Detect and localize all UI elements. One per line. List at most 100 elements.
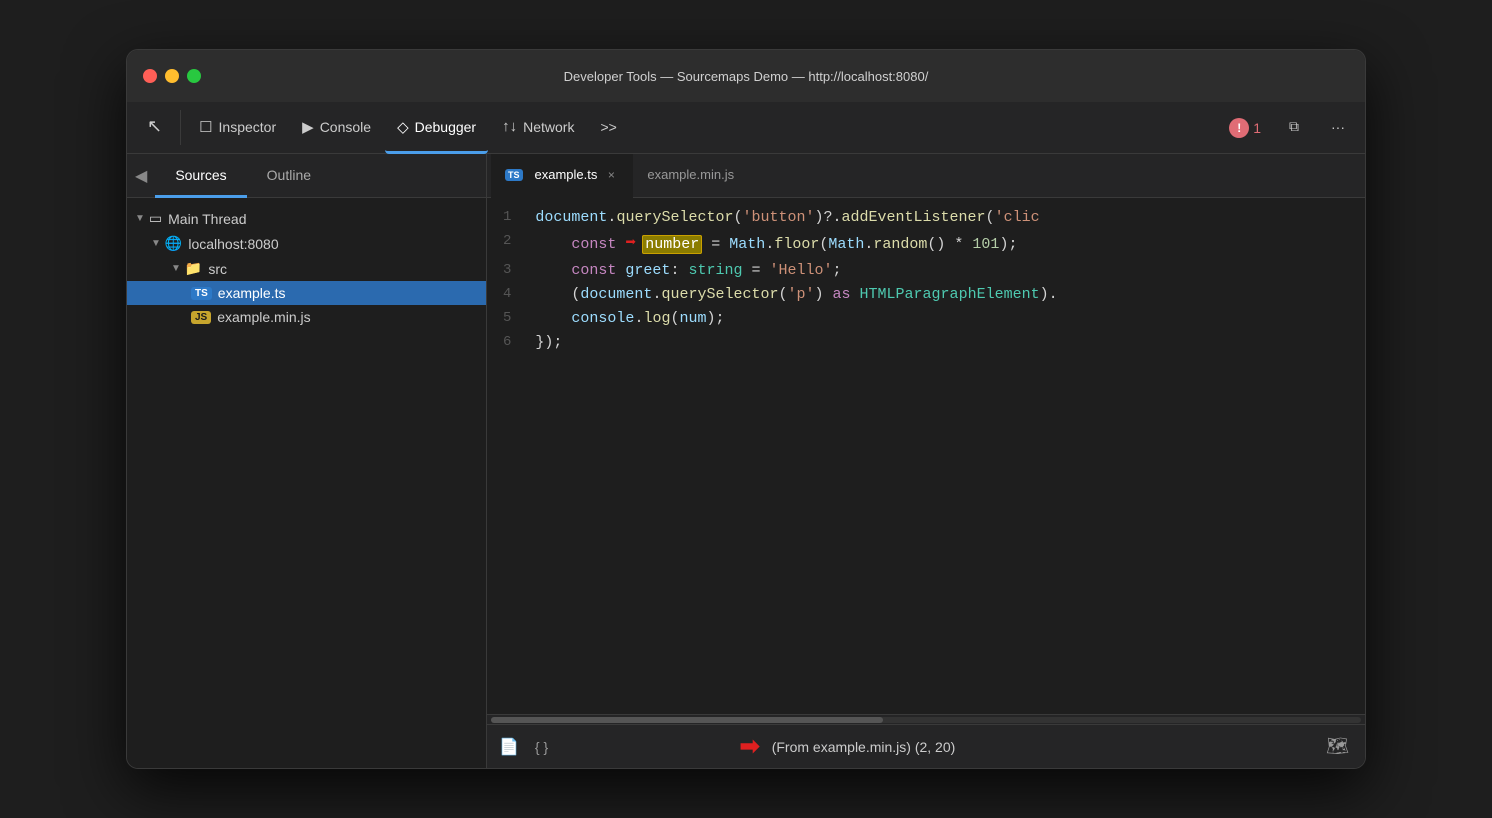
footer-right: 🗺 xyxy=(1322,732,1353,761)
editor-footer: 📄 { } ➡ (From example.min.js) (2, 20) 🗺 xyxy=(487,724,1365,768)
editor-tab-js-label: example.min.js xyxy=(647,167,734,182)
editor-tabs: TS example.ts × example.min.js xyxy=(487,154,1365,198)
code-scroll[interactable]: 1 document.querySelector('button')?.addE… xyxy=(487,198,1365,714)
tab-network[interactable]: ↑↓ Network xyxy=(490,102,586,154)
code-line-1: 1 document.querySelector('button')?.addE… xyxy=(487,206,1365,230)
pretty-print-icon: 📄 xyxy=(499,737,519,757)
globe-icon: 🌐 xyxy=(165,235,182,252)
window-controls xyxy=(143,69,201,83)
tab-console[interactable]: ▶ Console xyxy=(290,102,383,154)
window-icon: ▭ xyxy=(149,210,162,227)
line-content-2: const ➡number = Math.floor(Math.random()… xyxy=(527,230,1365,259)
code-line-6: 6 }); xyxy=(487,331,1365,355)
line-number-4: 4 xyxy=(487,283,527,307)
file-tree: ▼ ▭ Main Thread ▼ 🌐 localhost:8080 ▼ 📁 s… xyxy=(127,198,486,768)
line-content-1: document.querySelector('button')?.addEve… xyxy=(527,206,1365,230)
expand-icon: ⧉ xyxy=(1289,118,1299,135)
example-ts-label: example.ts xyxy=(218,285,286,301)
example-min-js-label: example.min.js xyxy=(217,309,310,325)
error-icon: ! xyxy=(1229,118,1249,138)
line-number-5: 5 xyxy=(487,307,527,331)
tab-inspector[interactable]: ☐ Inspector xyxy=(187,102,288,154)
tab-debugger[interactable]: ◇ Debugger xyxy=(385,102,488,154)
tree-item-src[interactable]: ▼ 📁 src xyxy=(127,256,486,281)
chevron-down-icon: ▼ xyxy=(135,213,145,224)
tree-item-localhost[interactable]: ▼ 🌐 localhost:8080 xyxy=(127,231,486,256)
network-icon: ↑↓ xyxy=(502,118,517,135)
editor-tab-ts-label: example.ts xyxy=(535,167,598,182)
pointer-icon: ↖ xyxy=(147,116,162,137)
code-line-4: 4 (document.querySelector('p') as HTMLPa… xyxy=(487,283,1365,307)
code-line-3: 3 const greet: string = 'Hello'; xyxy=(487,259,1365,283)
debugger-icon: ◇ xyxy=(397,118,409,136)
scrollbar-track[interactable] xyxy=(491,717,1361,723)
sidebar: ◀ Sources Outline ▼ ▭ Main Thread xyxy=(127,154,487,768)
pointer-tool[interactable]: ↖ xyxy=(135,102,174,154)
line-number-6: 6 xyxy=(487,331,527,355)
editor-tab-example-ts[interactable]: TS example.ts × xyxy=(491,154,633,198)
line-number-1: 1 xyxy=(487,206,527,230)
toolbar-right: ! 1 ⧉ ··· xyxy=(1221,102,1357,153)
tree-item-main-thread[interactable]: ▼ ▭ Main Thread xyxy=(127,206,486,231)
sourcemap-button[interactable]: 🗺 xyxy=(1322,732,1353,761)
debugger-label: Debugger xyxy=(415,119,477,135)
line-content-4: (document.querySelector('p') as HTMLPara… xyxy=(527,283,1365,307)
titlebar: Developer Tools — Sourcemaps Demo — http… xyxy=(127,50,1365,102)
line-number-2: 2 xyxy=(487,230,527,259)
console-icon: ▶ xyxy=(302,118,314,136)
expand-button[interactable]: ⧉ xyxy=(1277,118,1311,138)
overflow-button[interactable]: >> xyxy=(588,102,628,154)
folder-icon: 📁 xyxy=(185,260,202,277)
code-lines: 1 document.querySelector('button')?.addE… xyxy=(487,198,1365,363)
localhost-label: localhost:8080 xyxy=(188,236,278,252)
line-content-5: console.log(num); xyxy=(527,307,1365,331)
footer-arrow-icon: ➡ xyxy=(740,732,760,761)
sidebar-tabs: ◀ Sources Outline xyxy=(127,154,486,198)
src-label: src xyxy=(208,261,227,277)
tree-item-example-ts[interactable]: TS example.ts xyxy=(127,281,486,305)
code-line-5: 5 console.log(num); xyxy=(487,307,1365,331)
code-container[interactable]: 1 document.querySelector('button')?.addE… xyxy=(487,198,1365,714)
inspector-icon: ☐ xyxy=(199,118,212,136)
scrollbar-thumb[interactable] xyxy=(491,717,883,723)
source-info: (From example.min.js) (2, 20) xyxy=(772,739,956,755)
close-tab-button[interactable]: × xyxy=(603,167,619,183)
more-icon: ··· xyxy=(1331,119,1345,135)
code-line-2: 2 const ➡number = Math.floor(Math.random… xyxy=(487,230,1365,259)
ts-tab-badge: TS xyxy=(505,169,523,181)
more-button[interactable]: ··· xyxy=(1319,119,1357,138)
maximize-button[interactable] xyxy=(187,69,201,83)
overflow-icon: >> xyxy=(600,119,616,135)
footer-arrow-area: ➡ (From example.min.js) (2, 20) xyxy=(740,732,956,761)
sidebar-tab-outline[interactable]: Outline xyxy=(247,154,331,198)
close-button[interactable] xyxy=(143,69,157,83)
pretty-print-button[interactable]: 📄 xyxy=(499,737,519,757)
inspector-label: Inspector xyxy=(219,119,277,135)
toolbar: ↖ ☐ Inspector ▶ Console ◇ Debugger ↑↓ Ne… xyxy=(127,102,1365,154)
chevron-down-icon: ▼ xyxy=(171,263,181,274)
js-badge: JS xyxy=(191,311,211,324)
sidebar-collapse-btn[interactable]: ◀ xyxy=(127,154,155,197)
devtools-window: Developer Tools — Sourcemaps Demo — http… xyxy=(126,49,1366,769)
error-count: 1 xyxy=(1253,120,1261,136)
editor-tab-example-min-js[interactable]: example.min.js xyxy=(633,154,748,198)
line-number-3: 3 xyxy=(487,259,527,283)
main-content: ◀ Sources Outline ▼ ▭ Main Thread xyxy=(127,154,1365,768)
window-title: Developer Tools — Sourcemaps Demo — http… xyxy=(564,69,929,84)
format-label: { } xyxy=(535,739,548,755)
horizontal-scrollbar[interactable] xyxy=(487,714,1365,724)
tree-item-example-min-js[interactable]: JS example.min.js xyxy=(127,305,486,329)
main-thread-label: Main Thread xyxy=(168,211,246,227)
network-label: Network xyxy=(523,119,574,135)
collapse-icon: ◀ xyxy=(135,166,147,186)
chevron-down-icon: ▼ xyxy=(151,238,161,249)
format-button[interactable]: { } xyxy=(535,739,548,755)
minimize-button[interactable] xyxy=(165,69,179,83)
editor-area: TS example.ts × example.min.js 1 documen… xyxy=(487,154,1365,768)
sidebar-tab-sources[interactable]: Sources xyxy=(155,154,246,198)
sourcemap-icon: 🗺 xyxy=(1326,736,1349,756)
line-content-3: const greet: string = 'Hello'; xyxy=(527,259,1365,283)
error-badge[interactable]: ! 1 xyxy=(1221,118,1269,138)
toolbar-divider xyxy=(180,110,181,145)
ts-badge: TS xyxy=(191,287,212,300)
